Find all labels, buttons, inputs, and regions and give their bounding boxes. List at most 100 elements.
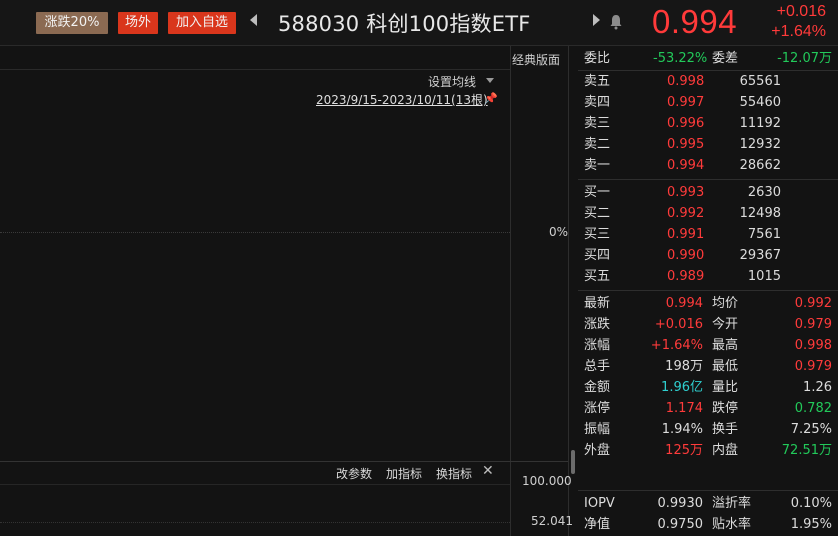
fund-info-label: 净值 <box>584 517 611 532</box>
weicha-value: -12.07万 <box>777 51 832 66</box>
section-divider <box>578 179 838 180</box>
fund-info-label: 贴水率 <box>712 517 752 532</box>
ask-row[interactable]: 卖二 0.995 12932 <box>578 134 838 155</box>
weibi-value: -53.22% <box>653 51 708 66</box>
indicator-pane-divider[interactable] <box>0 461 568 462</box>
pane-resize-handle[interactable] <box>571 450 575 474</box>
bid-level-label: 买五 <box>584 269 611 284</box>
stat-row: 振幅 1.94% 换手 7.25% <box>578 419 838 440</box>
stat-value: 7.25% <box>790 422 832 437</box>
add-indicator-button[interactable]: 加指标 <box>386 465 422 482</box>
fund-info-value: 0.9750 <box>657 517 704 532</box>
bid-price: 0.989 <box>667 269 705 284</box>
bid-volume: 29367 <box>739 248 781 263</box>
bid-row[interactable]: 买二 0.992 12498 <box>578 203 838 224</box>
bid-row[interactable]: 买三 0.991 7561 <box>578 224 838 245</box>
panel-divider <box>568 46 569 536</box>
bid-level-label: 买四 <box>584 248 611 263</box>
bid-price: 0.991 <box>667 227 705 242</box>
zero-gridline <box>0 232 510 233</box>
indicator-gridline <box>0 522 510 523</box>
stat-label: 跌停 <box>712 401 739 416</box>
quote-panel: 委比 -53.22% 委差 -12.07万 卖五 0.998 65561 卖四 0.99… <box>578 46 838 536</box>
indicator-axis-high: 100.000 <box>522 474 572 488</box>
ask-level-label: 卖五 <box>584 74 611 89</box>
edit-params-button[interactable]: 改参数 <box>336 465 372 482</box>
classic-layout-button[interactable]: 经典版面 <box>512 51 560 68</box>
stat-label: 外盘 <box>584 443 611 458</box>
otc-tag: 场外 <box>118 12 158 34</box>
ask-volume: 12932 <box>739 137 781 152</box>
ask-volume: 55460 <box>739 95 781 110</box>
stat-value: 0.994 <box>665 296 703 311</box>
price-change: +0.016 <box>776 3 826 20</box>
stat-value: 125万 <box>665 443 703 458</box>
stat-label: 今开 <box>712 317 739 332</box>
bid-price: 0.992 <box>667 206 705 221</box>
stat-value: +1.64% <box>650 338 703 353</box>
ask-level-label: 卖四 <box>584 95 611 110</box>
fund-info-row: 净值 0.9750 贴水率 1.95% <box>578 514 838 535</box>
stat-label: 总手 <box>584 359 611 374</box>
ask-row[interactable]: 卖四 0.997 55460 <box>578 92 838 113</box>
ask-price: 0.996 <box>667 116 705 131</box>
ask-row[interactable]: 卖五 0.998 65561 <box>578 71 838 92</box>
bid-price: 0.990 <box>667 248 705 263</box>
quote-header: 涨跌20% 场外 加入自选 588030 科创100指数ETF 0.994 +0… <box>0 0 838 46</box>
stat-label: 涨停 <box>584 401 611 416</box>
chevron-down-icon[interactable] <box>486 78 494 83</box>
stat-label: 量比 <box>712 380 739 395</box>
add-to-watchlist-button[interactable]: 加入自选 <box>168 12 236 34</box>
ask-row[interactable]: 卖一 0.994 28662 <box>578 155 838 176</box>
weicha-label: 委差 <box>712 51 739 66</box>
zero-percent-label: 0% <box>549 225 569 239</box>
prev-security-arrow-icon[interactable] <box>250 14 257 26</box>
stat-row: 涨幅 +1.64% 最高 0.998 <box>578 335 838 356</box>
bid-row[interactable]: 买一 0.993 2630 <box>578 182 838 203</box>
stat-label: 金额 <box>584 380 611 395</box>
pin-icon[interactable]: 📌 <box>484 92 498 105</box>
ask-volume: 28662 <box>739 158 781 173</box>
fund-info-value: 0.10% <box>790 496 832 511</box>
stat-value: 0.979 <box>794 317 832 332</box>
stat-label: 振幅 <box>584 422 611 437</box>
stat-label: 涨幅 <box>584 338 611 353</box>
stat-label: 涨跌 <box>584 317 611 332</box>
bell-icon[interactable] <box>609 14 623 30</box>
ask-row[interactable]: 卖三 0.996 11192 <box>578 113 838 134</box>
ask-price: 0.998 <box>667 74 705 89</box>
stat-value: 0.782 <box>794 401 832 416</box>
limit-range-tag: 涨跌20% <box>36 12 108 34</box>
section-divider <box>578 290 838 291</box>
next-security-arrow-icon[interactable] <box>593 14 600 26</box>
close-icon[interactable]: ✕ <box>482 463 494 479</box>
price-axis-divider <box>510 46 511 536</box>
ma-setting-dropdown[interactable]: 设置均线 <box>428 73 476 90</box>
stat-label: 最低 <box>712 359 739 374</box>
bid-row[interactable]: 买五 0.989 1015 <box>578 266 838 287</box>
ask-price: 0.997 <box>667 95 705 110</box>
stat-row: 最新 0.994 均价 0.992 <box>578 293 838 314</box>
swap-indicator-button[interactable]: 换指标 <box>436 465 472 482</box>
stat-value: 1.94% <box>661 422 703 437</box>
stat-row: 涨跌 +0.016 今开 0.979 <box>578 314 838 335</box>
stat-row: 总手 198万 最低 0.979 <box>578 356 838 377</box>
fund-info-row: IOPV 0.9930 溢折率 0.10% <box>578 493 838 514</box>
indicator-axis-low: 52.041 <box>531 514 573 528</box>
stat-label: 最新 <box>584 296 611 311</box>
security-title: 588030 科创100指数ETF <box>278 12 531 36</box>
ask-level-label: 卖二 <box>584 137 611 152</box>
stat-value: 0.992 <box>794 296 832 311</box>
price-change-percent: +1.64% <box>771 23 826 40</box>
ask-price: 0.994 <box>667 158 705 173</box>
date-range-link[interactable]: 2023/9/15-2023/10/11(13根) <box>316 91 488 108</box>
fund-info-label: IOPV <box>584 496 615 511</box>
bid-volume: 7561 <box>747 227 781 242</box>
weibi-label: 委比 <box>584 51 611 66</box>
section-divider <box>578 490 838 491</box>
bid-volume: 1015 <box>747 269 781 284</box>
stat-value: 198万 <box>665 359 703 374</box>
bid-row[interactable]: 买四 0.990 29367 <box>578 245 838 266</box>
kline-chart-area[interactable]: 经典版面 设置均线 2023/9/15-2023/10/11(13根) 📌 0%… <box>0 46 575 536</box>
stat-row: 涨停 1.174 跌停 0.782 <box>578 398 838 419</box>
